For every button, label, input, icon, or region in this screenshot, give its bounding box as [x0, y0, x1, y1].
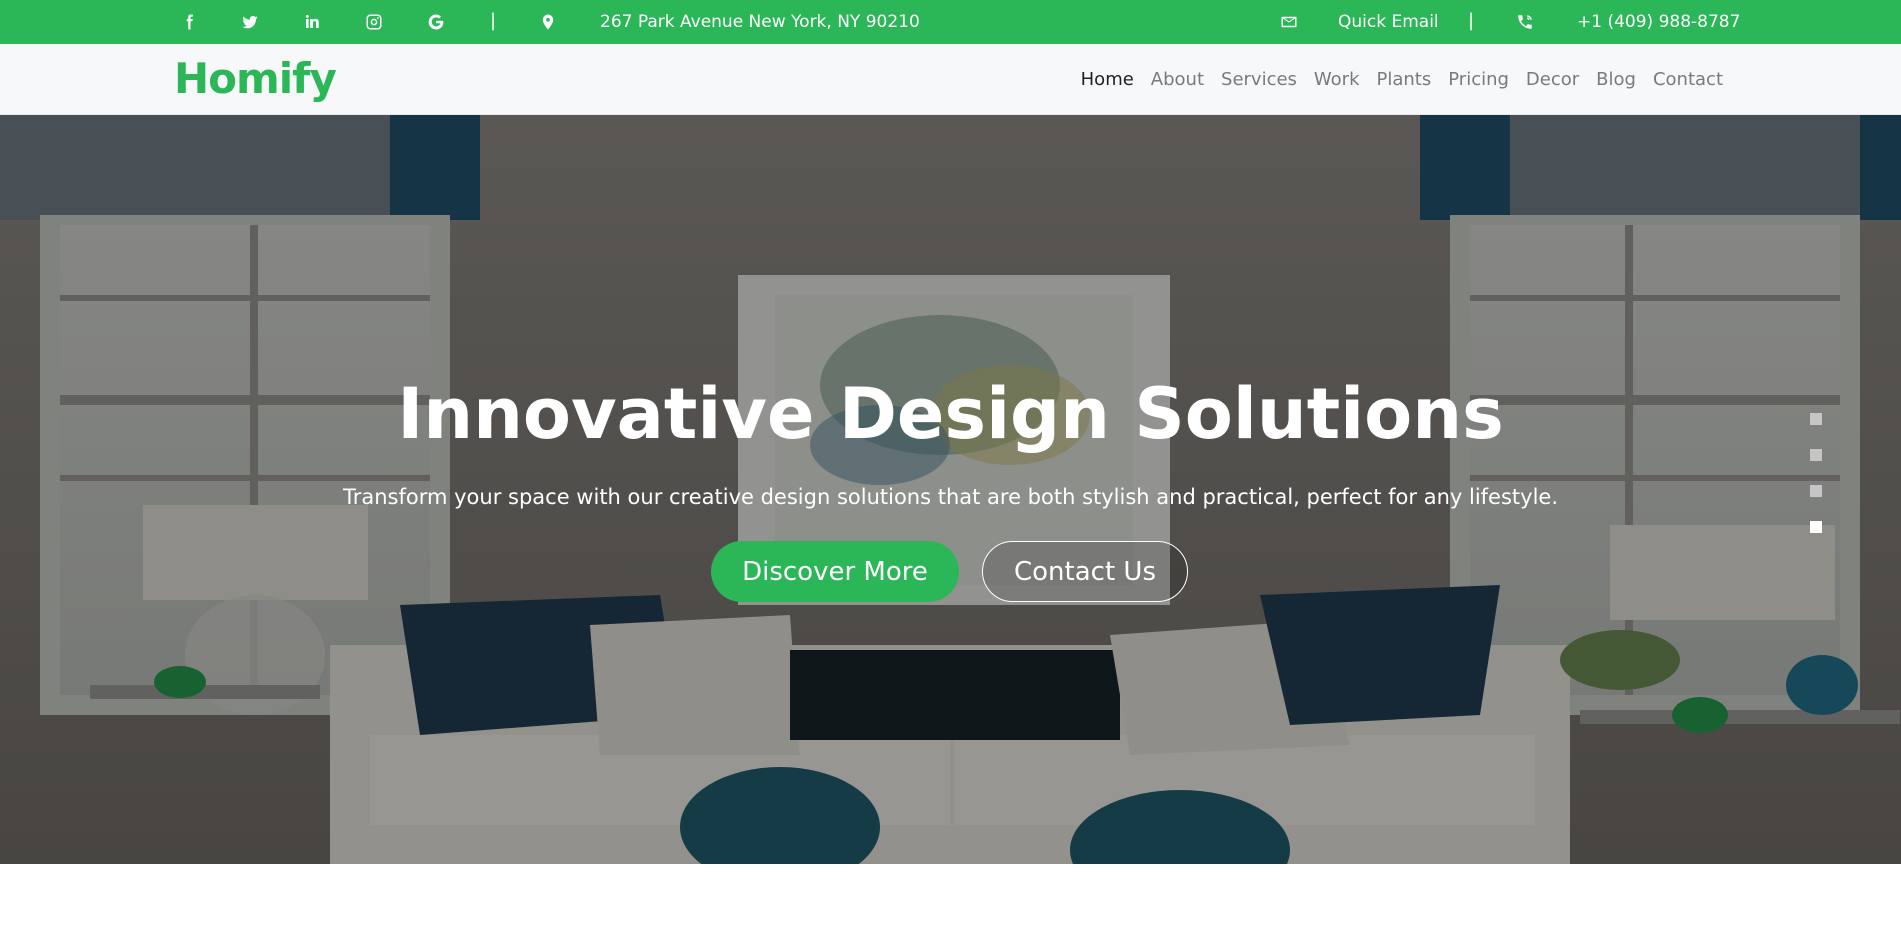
nav-link-decor[interactable]: Decor [1526, 69, 1579, 90]
facebook-icon[interactable] [176, 0, 202, 44]
top-info-bar: | 267 Park Avenue New York, NY 90210 Qui… [0, 0, 1901, 44]
slide-indicator-2[interactable] [1810, 449, 1822, 461]
hero-slider: Innovative Design Solutions Transform yo… [0, 115, 1901, 864]
slide-indicator-1[interactable] [1810, 413, 1822, 425]
main-navbar: Homify Home About Services Work Plants P… [0, 44, 1901, 115]
hero-title: Innovative Design Solutions [397, 373, 1504, 455]
hero-subtitle: Transform your space with our creative d… [343, 485, 1558, 509]
address-text: 267 Park Avenue New York, NY 90210 [600, 12, 920, 32]
nav-link-about[interactable]: About [1151, 69, 1204, 90]
envelope-icon [1280, 0, 1298, 44]
brand-logo[interactable]: Homify [174, 52, 337, 106]
topbar-separator: | [1468, 10, 1475, 31]
twitter-icon[interactable] [237, 0, 263, 44]
discover-more-button[interactable]: Discover More [711, 541, 959, 602]
nav-link-contact[interactable]: Contact [1653, 69, 1723, 90]
location-pin-icon [539, 0, 557, 44]
phone-icon [1516, 0, 1534, 44]
nav-link-blog[interactable]: Blog [1596, 69, 1636, 90]
nav-link-pricing[interactable]: Pricing [1448, 69, 1509, 90]
linkedin-icon[interactable] [299, 0, 325, 44]
slide-indicator-4[interactable] [1810, 521, 1822, 533]
contact-us-button[interactable]: Contact Us [982, 541, 1188, 602]
nav-link-work[interactable]: Work [1314, 69, 1360, 90]
instagram-icon[interactable] [361, 0, 387, 44]
slide-indicator-3[interactable] [1810, 485, 1822, 497]
nav-link-plants[interactable]: Plants [1377, 69, 1432, 90]
nav-link-home[interactable]: Home [1081, 69, 1134, 90]
google-icon[interactable] [423, 0, 449, 44]
slider-indicators [1810, 413, 1822, 557]
main-nav: Home About Services Work Plants Pricing … [1081, 44, 1723, 115]
quick-email-link[interactable]: Quick Email [1338, 0, 1439, 44]
nav-link-services[interactable]: Services [1221, 69, 1297, 90]
topbar-separator: | [490, 10, 497, 31]
phone-number-link[interactable]: +1 (409) 988-8787 [1577, 0, 1740, 44]
